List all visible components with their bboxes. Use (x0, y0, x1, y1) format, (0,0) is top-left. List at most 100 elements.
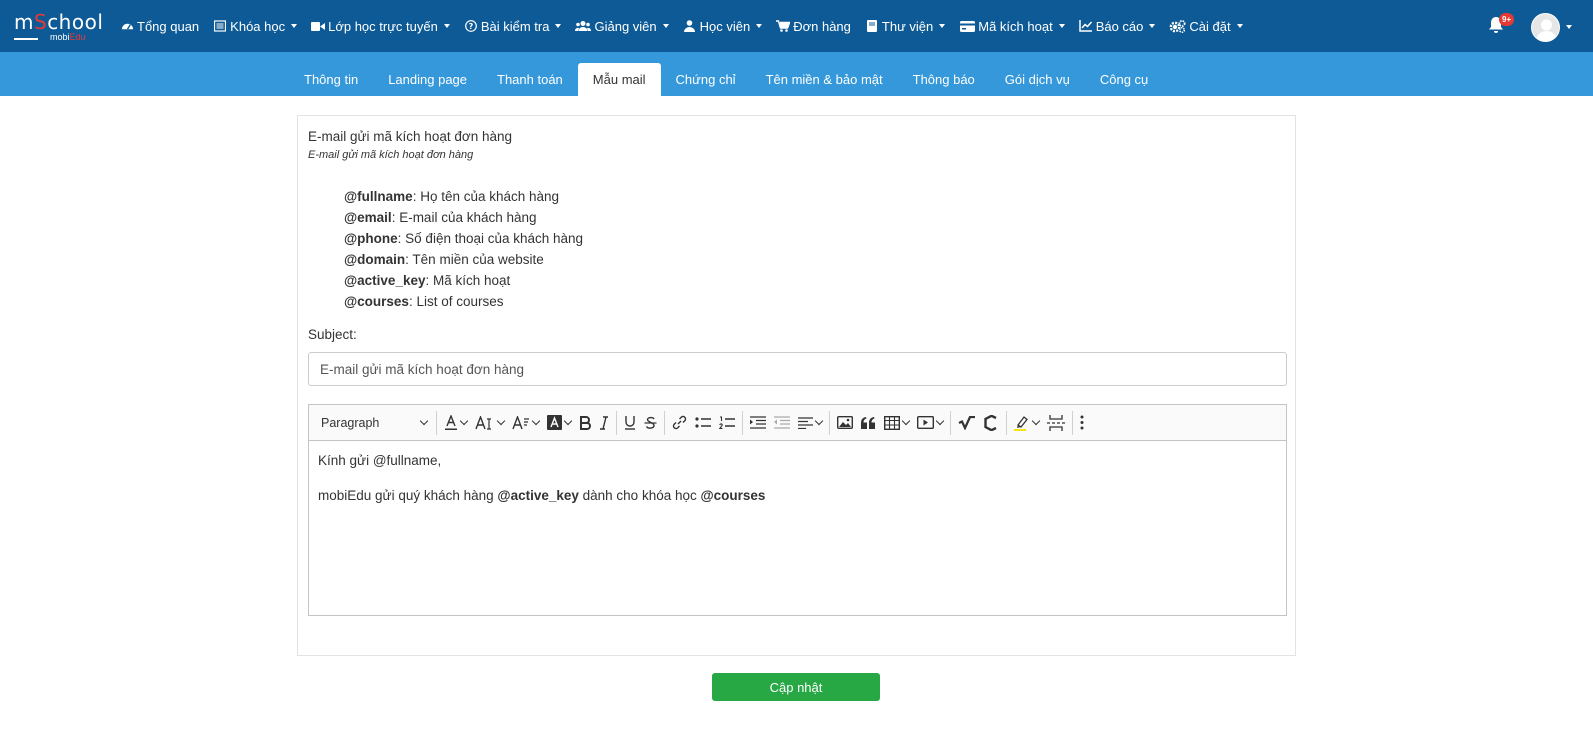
logo-underline (14, 38, 38, 40)
caret-down-icon (939, 24, 946, 28)
tab-email-templates[interactable]: Mẫu mail (577, 63, 661, 96)
gears-icon (1169, 19, 1186, 33)
variable-key: @fullname (344, 189, 413, 204)
tab-payment[interactable]: Thanh toán (482, 63, 578, 96)
template-title: E-mail gửi mã kích hoạt đơn hàng (308, 129, 512, 144)
outdent-icon (774, 416, 790, 429)
tab-service-plans[interactable]: Gói dịch vụ (990, 63, 1085, 96)
toolbar-divider (829, 410, 830, 435)
variable-item: @domain: Tên miền của website (344, 249, 583, 270)
heading-select[interactable]: Paragraph (315, 410, 433, 436)
chevron-down-icon (419, 416, 429, 426)
block-quote-button[interactable] (857, 410, 880, 436)
insert-media-button[interactable] (913, 410, 947, 436)
strikethrough-button[interactable] (640, 410, 661, 436)
nav-item-courses[interactable]: Khóa học (213, 18, 298, 34)
caret-down-icon (1058, 24, 1065, 28)
more-vertical-icon (1080, 415, 1084, 430)
chevron-down-icon (901, 416, 911, 426)
variable-key: @email (344, 210, 392, 225)
media-icon (917, 416, 934, 429)
template-description: E-mail gửi mã kích hoạt đơn hàng (308, 149, 474, 161)
background-color-button[interactable] (543, 410, 575, 436)
subject-input[interactable] (308, 352, 1287, 386)
variable-item: @active_key: Mã kích hoạt (344, 270, 583, 291)
nav-label: Đơn hàng (793, 18, 851, 34)
link-button[interactable] (668, 410, 691, 436)
numbered-list-icon (719, 415, 735, 430)
tab-notifications[interactable]: Thông báo (898, 63, 990, 96)
nav-label: Khóa học (230, 18, 286, 34)
toolbar-divider (742, 410, 743, 435)
template-variables-list: @fullname: Họ tên của khách hàng @email:… (344, 186, 583, 312)
svg-text:?: ? (469, 22, 474, 31)
font-family-icon (512, 415, 530, 430)
toolbar-divider (950, 410, 951, 435)
more-options-button[interactable] (1076, 410, 1088, 436)
toolbar-divider (664, 410, 665, 435)
body-text: mobiEdu gửi quý khách hàng (318, 488, 498, 503)
nav-item-dashboard[interactable]: Tổng quan (120, 19, 199, 34)
indent-icon (750, 416, 766, 429)
chevron-down-icon (1031, 416, 1041, 426)
logo-text: mSchool (14, 10, 104, 34)
outdent-button[interactable] (770, 410, 794, 436)
nav-item-online-classes[interactable]: Lớp học trực tuyến (311, 19, 450, 34)
tab-general-info[interactable]: Thông tin (289, 63, 373, 96)
chemistry-formula-button[interactable] (980, 410, 1003, 436)
editor-content-area[interactable]: Kính gửi @fullname, mobiEdu gửi quý khác… (309, 441, 1286, 535)
nav-item-settings[interactable]: Cài đặt (1169, 19, 1243, 34)
variable-item: @courses: List of courses (344, 291, 583, 312)
page-break-button[interactable] (1043, 410, 1069, 436)
editor-paragraph: mobiEdu gửi quý khách hàng @active_key d… (318, 488, 1277, 504)
variable-desc: : E-mail của khách hàng (391, 210, 537, 225)
nav-item-instructors[interactable]: Giảng viên (575, 19, 669, 34)
nav-item-library[interactable]: Thư viện (865, 19, 946, 34)
font-family-button[interactable] (508, 410, 543, 436)
caret-down-icon (443, 24, 450, 28)
settings-tabs: Thông tin Landing page Thanh toán Mẫu ma… (289, 63, 1163, 96)
active-key-placeholder: @active_key (497, 488, 579, 503)
numbered-list-button[interactable] (715, 410, 739, 436)
toolbar-divider (1006, 410, 1007, 435)
font-size-button[interactable] (471, 410, 508, 436)
heading-select-value: Paragraph (321, 415, 380, 430)
font-color-button[interactable] (440, 410, 471, 436)
tab-landing-page[interactable]: Landing page (373, 63, 482, 96)
video-icon (311, 19, 326, 33)
nav-item-activation-codes[interactable]: Mã kích hoạt (959, 19, 1065, 34)
book-icon (865, 19, 879, 33)
insert-table-button[interactable] (880, 410, 913, 436)
nav-label: Báo cáo (1095, 18, 1144, 34)
subject-label: Subject: (308, 327, 357, 342)
variable-desc: : Số điện thoại của khách hàng (397, 231, 584, 246)
bulleted-list-button[interactable] (691, 410, 715, 436)
math-formula-button[interactable] (954, 410, 980, 436)
alignment-button[interactable] (794, 410, 826, 436)
top-navbar: mSchool mobiEdu Tổng quan Khóa học Lớp h… (0, 0, 1593, 52)
italic-button[interactable] (595, 410, 613, 436)
tab-certificates[interactable]: Chứng chỉ (661, 63, 751, 96)
underline-button[interactable] (620, 410, 640, 436)
highlight-button[interactable] (1010, 410, 1043, 436)
nav-item-students[interactable]: Học viên (683, 19, 763, 34)
insert-image-button[interactable] (833, 410, 857, 436)
nav-item-orders[interactable]: Đơn hàng (776, 19, 851, 34)
align-left-icon (798, 416, 813, 429)
brand-logo[interactable]: mSchool mobiEdu (14, 10, 104, 42)
users-icon (575, 19, 592, 33)
update-button[interactable]: Cập nhật (712, 673, 880, 701)
image-icon (837, 416, 853, 429)
caret-down-icon (756, 24, 763, 28)
tab-domain-security[interactable]: Tên miền & bảo mật (751, 63, 898, 96)
caret-down-icon (555, 24, 562, 28)
indent-button[interactable] (746, 410, 770, 436)
user-menu-caret-icon[interactable] (1566, 25, 1572, 29)
caret-down-icon (1236, 24, 1243, 28)
nav-item-tests[interactable]: ? Bài kiểm tra (464, 19, 562, 34)
nav-item-reports[interactable]: Báo cáo (1079, 19, 1156, 34)
bold-button[interactable] (575, 410, 595, 436)
user-avatar[interactable] (1531, 13, 1560, 42)
body-text: dành cho khóa học (578, 488, 701, 503)
tab-tools[interactable]: Công cụ (1085, 63, 1163, 96)
